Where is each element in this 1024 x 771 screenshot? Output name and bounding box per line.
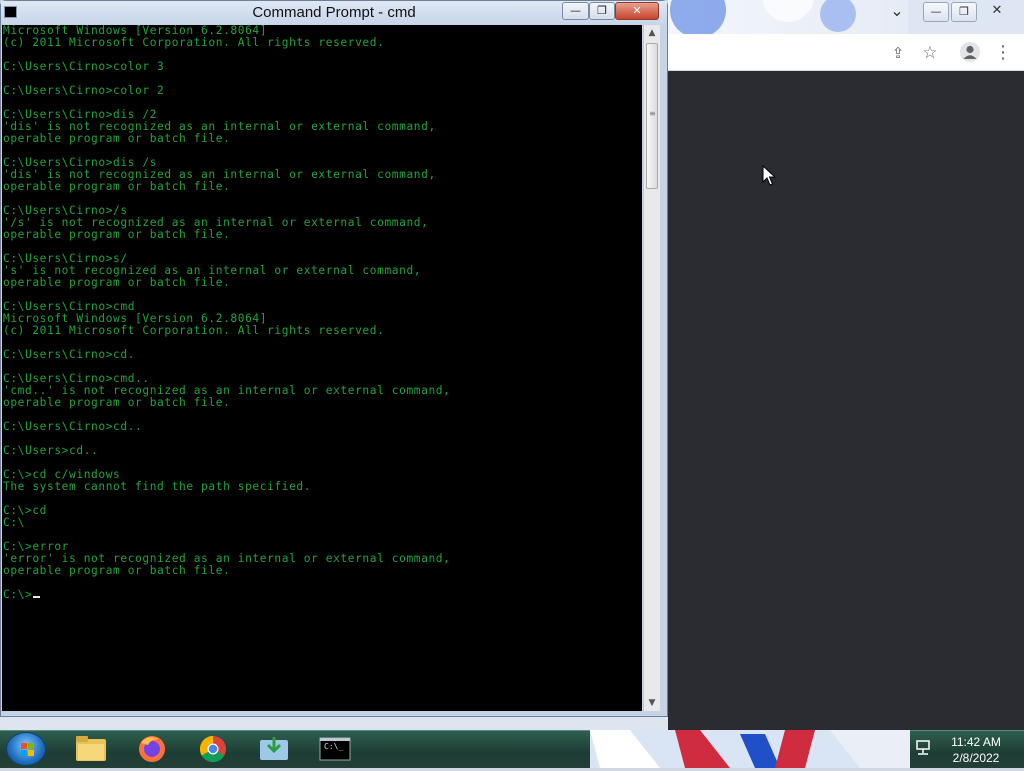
browser-content[interactable] xyxy=(668,71,1024,730)
console-text: Microsoft Windows [Version 6.2.8064] (c) … xyxy=(3,25,642,601)
firefox-icon xyxy=(139,736,165,762)
console-line: C:\>cd xyxy=(3,504,48,517)
taskbar-chrome[interactable] xyxy=(184,731,242,767)
browser-titlebar[interactable]: ⌄ — ❐ ✕ xyxy=(668,0,1024,38)
console-line: operable program or batch file. xyxy=(3,180,231,193)
mouse-pointer-icon xyxy=(762,165,776,186)
console-line: C:\Users\Cirno>color 3 xyxy=(3,60,165,73)
browser-tab-strip[interactable] xyxy=(668,0,908,38)
chrome-icon xyxy=(199,735,226,763)
scroll-down-arrow-icon[interactable]: ▼ xyxy=(644,695,660,711)
folder-icon xyxy=(76,736,106,761)
scrollbar-thumb[interactable]: ≡ xyxy=(646,43,658,189)
console-line: operable program or batch file. xyxy=(3,396,231,409)
browser-close-button[interactable]: ✕ xyxy=(984,2,1010,22)
start-button[interactable] xyxy=(6,732,46,766)
profile-silhouette xyxy=(963,45,977,59)
cmd-icon-glyph: C:\_ xyxy=(324,742,344,751)
console-line: C:\Users\Cirno>color 2 xyxy=(3,84,165,97)
clock-time: 11:42 AM xyxy=(951,735,1001,749)
console-line: operable program or batch file. xyxy=(3,564,231,577)
command-prompt-window[interactable]: Command Prompt - cmd — ❐ ✕ Microsoft Win… xyxy=(0,0,668,717)
browser-window[interactable]: ⌄ — ❐ ✕ ⇪ ☆ ⋮ xyxy=(668,0,1024,730)
cmd-close-button[interactable]: ✕ xyxy=(615,2,659,20)
cmd-minimize-button[interactable]: — xyxy=(562,2,589,20)
wallpaper-art xyxy=(670,0,856,38)
tray-clock[interactable]: 11:42 AM 2/8/2022 xyxy=(936,734,1016,766)
windows-logo-icon xyxy=(21,743,35,757)
browser-toolbar: ⇪ ☆ ⋮ xyxy=(668,34,1024,71)
scrollbar-grip: ≡ xyxy=(649,109,656,118)
menu-icon[interactable]: ⋮ xyxy=(994,44,1012,62)
console-output[interactable]: Microsoft Windows [Version 6.2.8064] (c) … xyxy=(2,25,642,711)
taskbar-file-explorer[interactable] xyxy=(62,731,120,767)
taskbar-wallpaper-art xyxy=(590,730,910,768)
console-line: operable program or batch file. xyxy=(3,276,231,289)
console-line: C:\Users\Cirno>cd. xyxy=(3,348,136,361)
vertical-scrollbar[interactable]: ▲ ≡ ▼ xyxy=(643,25,660,711)
console-line: C:\Users>cd.. xyxy=(3,444,99,457)
browser-minimize-button[interactable]: — xyxy=(923,2,949,22)
cmd-maximize-button[interactable]: ❐ xyxy=(589,2,615,20)
console-line: The system cannot find the path specifie… xyxy=(3,480,312,493)
console-line: (c) 2011 Microsoft Corporation. All righ… xyxy=(3,36,385,49)
console-prompt: C:\> xyxy=(3,588,33,601)
console-prompt-line: C:\> xyxy=(3,589,642,601)
browser-maximize-button[interactable]: ❐ xyxy=(951,2,977,22)
share-icon[interactable]: ⇪ xyxy=(889,44,907,62)
taskbar-firefox[interactable] xyxy=(123,731,181,767)
scroll-up-arrow-icon[interactable]: ▲ xyxy=(644,25,660,41)
taskbar-command-prompt[interactable]: C:\_ xyxy=(306,731,364,767)
text-cursor xyxy=(33,596,41,598)
cmd-titlebar[interactable]: Command Prompt - cmd — ❐ ✕ xyxy=(1,1,667,24)
console-line: (c) 2011 Microsoft Corporation. All righ… xyxy=(3,324,385,337)
tab-list-chevron-icon[interactable]: ⌄ xyxy=(884,2,910,22)
download-folder-icon xyxy=(260,737,288,760)
console-line: C:\ xyxy=(3,516,26,529)
console-line: operable program or batch file. xyxy=(3,132,231,145)
taskbar-downloader[interactable] xyxy=(245,731,303,767)
console-line: C:\Users\Cirno>cd.. xyxy=(3,420,143,433)
profile-icon[interactable] xyxy=(960,42,980,62)
console-line: operable program or batch file. xyxy=(3,228,231,241)
network-icon[interactable] xyxy=(914,739,932,757)
star-icon[interactable]: ☆ xyxy=(921,44,939,62)
clock-date: 2/8/2022 xyxy=(952,751,1000,765)
